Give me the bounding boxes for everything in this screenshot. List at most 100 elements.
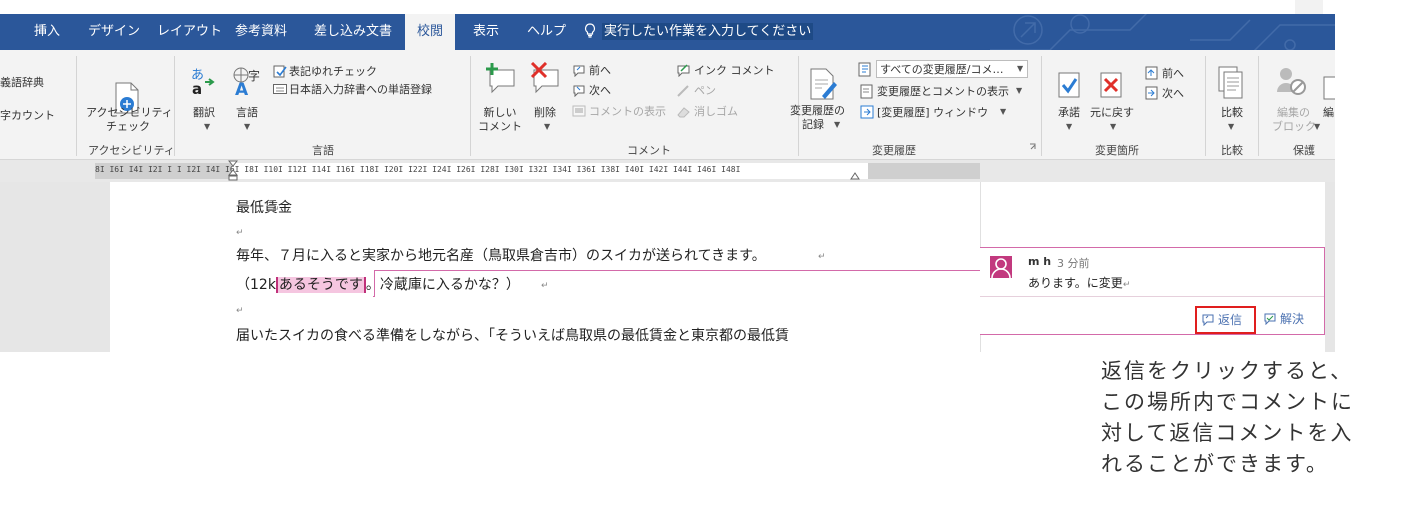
reviewing-pane-label: [変更履歴] ウィンドウ <box>877 106 989 119</box>
document-line[interactable]: 届いたスイカの食べる準備をしながら、「そういえば鳥取県の最低賃金と東京都の最低賃 <box>236 325 789 345</box>
dialog-launcher-icon[interactable] <box>1029 143 1037 151</box>
eraser-label: 消しゴム <box>694 105 738 118</box>
changes-group-label: 変更箇所 <box>1095 144 1139 157</box>
group-separator <box>1258 56 1259 156</box>
comment-body[interactable]: あります。に変更↵ <box>1028 274 1130 291</box>
paragraph-mark: ↵ <box>541 281 549 291</box>
group-separator <box>76 56 77 156</box>
resolve-label: 解決 <box>1280 312 1305 326</box>
resolve-button[interactable]: 解決 <box>1263 310 1304 327</box>
paragraph-mark: ↵ <box>1122 280 1131 290</box>
paragraph-mark: ↵ <box>818 252 826 262</box>
chevron-down-icon[interactable]: ▼ <box>1066 122 1072 131</box>
svg-text:a: a <box>192 80 202 96</box>
comment-divider <box>980 296 1324 297</box>
block-authors-label-1: 編集の <box>1277 106 1310 119</box>
svg-text:A: A <box>235 80 249 96</box>
ruler-ticks: 8I I6I I4I I2I I I I2I I4I I6I I8I I10I … <box>95 165 741 174</box>
tab-references[interactable]: 参考資料 <box>235 14 287 50</box>
tell-me-text: 実行したい作業を入力してください <box>602 23 814 40</box>
circuit-decoration <box>990 14 1335 50</box>
document-line[interactable]: 最低賃金 <box>236 197 292 217</box>
reply-button[interactable]: 返信 <box>1195 306 1256 334</box>
translate-label: 翻訳 <box>193 106 215 119</box>
instruction-line: この場所内でコメントに <box>1101 390 1354 414</box>
instruction-line: 対して返信コメントを入 <box>1101 421 1354 445</box>
tab-review[interactable]: 校閲 <box>405 14 456 50</box>
chevron-down-icon[interactable]: ▼ <box>1000 107 1006 116</box>
ink-comment-label: インク コメント <box>694 64 775 77</box>
comments-group-label: コメント <box>627 144 671 157</box>
chevron-down-icon[interactable]: ▼ <box>1017 64 1023 73</box>
chevron-down-icon[interactable]: ▼ <box>834 120 840 129</box>
reject-icon[interactable] <box>1100 72 1124 100</box>
chevron-down-icon[interactable]: ▼ <box>1016 86 1022 95</box>
restrict-editing-label: 編 <box>1323 106 1334 119</box>
comment-prev-icon <box>573 65 585 77</box>
commented-text-highlight[interactable]: あるそうです <box>275 277 366 293</box>
chevron-down-icon[interactable]: ▼ <box>1314 122 1320 131</box>
language-icon[interactable]: 字 A <box>233 66 263 96</box>
block-authors-icon[interactable] <box>1276 66 1310 96</box>
restrict-editing-icon[interactable] <box>1323 76 1335 100</box>
reviewing-pane-icon <box>860 105 874 119</box>
chevron-down-icon[interactable]: ▼ <box>244 122 250 131</box>
next-change-label: 次へ <box>1162 87 1184 100</box>
document-line[interactable]: 毎年、７月に入ると実家から地元名産（鳥取県倉吉市）のスイカが送られてきます。 <box>236 245 766 265</box>
track-changes-label-2: 記録 <box>802 118 824 131</box>
chevron-down-icon[interactable]: ▼ <box>1110 122 1116 131</box>
tell-me-search[interactable]: 実行したい作業を入力してください <box>584 14 814 50</box>
track-changes-icon[interactable] <box>808 68 838 100</box>
comment-time: 3 分前 <box>1057 257 1090 270</box>
tab-mailings[interactable]: 差し込み文書 <box>314 14 392 50</box>
resolve-icon <box>1264 313 1276 325</box>
ime-dictionary-label: 日本語入力辞書への単語登録 <box>289 83 432 96</box>
accept-icon[interactable] <box>1058 72 1082 100</box>
ribbon-body: 義語辞典 字カウント アクセシビリティ チェック アクセシビリティ あ a 翻訳… <box>0 50 1335 160</box>
show-comments-label: コメントの表示 <box>589 105 666 118</box>
right-indent-marker-icon[interactable] <box>850 172 860 182</box>
horizontal-ruler[interactable]: 8I I6I I4I I2I I I I2I I4I I6I I8I I10I … <box>0 160 1335 182</box>
word-count-button[interactable]: 字カウント <box>0 109 55 122</box>
instruction-line: れることができます。 <box>1101 452 1329 476</box>
accessibility-label-1: アクセシビリティ <box>86 106 173 119</box>
ruler-right-margin <box>868 163 980 179</box>
indent-marker-icon[interactable] <box>228 160 238 182</box>
reply-label: 返信 <box>1218 313 1243 327</box>
delete-comment-icon[interactable] <box>528 62 562 94</box>
eraser-icon <box>677 107 690 118</box>
protect-group-label: 保護 <box>1293 144 1315 157</box>
document-line[interactable]: （12k あるそうです 。冷蔵庫に入るかな？） <box>236 274 520 294</box>
group-separator <box>470 56 471 156</box>
instruction-line: 返信をクリックすると、 <box>1101 359 1354 383</box>
chevron-down-icon[interactable]: ▼ <box>1228 122 1234 131</box>
tab-insert[interactable]: 挿入 <box>34 14 60 50</box>
compare-icon[interactable] <box>1218 66 1244 100</box>
tab-help[interactable]: ヘルプ <box>527 14 566 50</box>
tab-view[interactable]: 表示 <box>473 14 499 50</box>
chevron-down-icon[interactable]: ▼ <box>204 122 210 131</box>
reject-label: 元に戻す <box>1090 106 1134 119</box>
pen-label: ペン <box>694 84 716 97</box>
block-authors-label-2: ブロック <box>1272 120 1316 133</box>
comment-author: m h <box>1028 255 1052 268</box>
reply-icon <box>1202 314 1214 326</box>
new-comment-icon[interactable] <box>484 62 518 94</box>
tab-design[interactable]: デザイン <box>88 14 140 50</box>
spelling-variants-label: 表記ゆれチェック <box>289 65 377 78</box>
tab-layout[interactable]: レイアウト <box>157 14 222 50</box>
comment-balloon[interactable]: m h 3 分前 あります。に変更↵ 返信 解決 <box>980 247 1325 335</box>
ink-comment-icon <box>677 64 690 77</box>
comment-connector <box>374 270 375 297</box>
thesaurus-button[interactable]: 義語辞典 <box>0 76 44 89</box>
comment-next-icon <box>573 85 585 97</box>
text-run: 。冷蔵庫に入るかな？） <box>365 277 520 293</box>
comment-body-text: あります。に変更 <box>1028 276 1123 290</box>
keyboard-icon <box>273 84 287 94</box>
language-label: 言語 <box>236 106 258 119</box>
previous-change-icon <box>1145 66 1158 80</box>
translate-icon[interactable]: あ a <box>191 66 217 96</box>
lightbulb-icon <box>584 23 596 38</box>
compare-group-label: 比較 <box>1221 144 1243 157</box>
chevron-down-icon[interactable]: ▼ <box>544 122 550 131</box>
